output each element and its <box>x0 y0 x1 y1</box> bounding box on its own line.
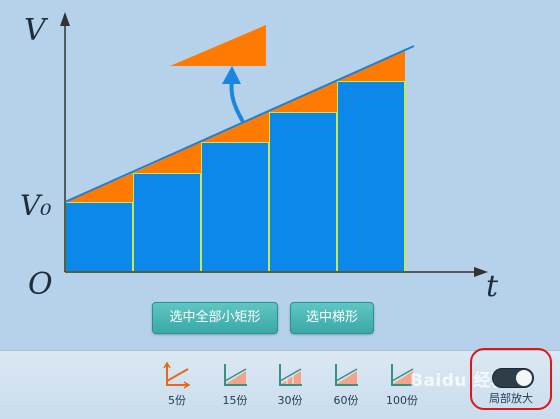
split-15-button[interactable]: 15份 <box>215 361 255 415</box>
split-60-label: 60份 <box>333 394 359 407</box>
split-5-button[interactable]: 5份 <box>157 361 197 415</box>
split-5-icon <box>163 361 191 389</box>
small-rectangle[interactable] <box>268 111 338 273</box>
velocity-time-diagram <box>60 12 488 277</box>
split-30-label: 30份 <box>277 394 303 407</box>
zoom-toggle-highlight: 局部放大 <box>470 348 552 410</box>
select-trapezoid-button[interactable]: 选中梯形 <box>290 302 374 334</box>
split-15-label: 15份 <box>222 394 248 407</box>
select-all-rectangles-button[interactable]: 选中全部小矩形 <box>152 302 278 334</box>
small-rectangle[interactable] <box>132 172 202 273</box>
small-rectangle[interactable] <box>64 201 134 273</box>
vertical-axis-arrow-icon <box>60 12 70 26</box>
split-30-button[interactable]: 30份 <box>270 361 310 415</box>
split-15-icon <box>224 364 247 386</box>
split-60-button[interactable]: 60份 <box>326 361 366 415</box>
split-60-icon <box>335 364 358 386</box>
curved-arrow-head-icon <box>222 66 241 84</box>
axis-label-v0: V₀ <box>20 189 52 222</box>
axis-label-origin: O <box>28 267 53 302</box>
axis-label-t: t <box>486 269 499 304</box>
axis-label-v: V <box>24 13 46 48</box>
small-rectangle[interactable] <box>336 80 406 273</box>
split-30-icon <box>279 364 302 386</box>
split-5-label: 5份 <box>168 394 186 407</box>
moved-triangle[interactable] <box>170 25 266 66</box>
small-rectangle[interactable] <box>200 141 270 273</box>
zoom-toggle-label: 局部放大 <box>489 392 533 405</box>
zoom-toggle-switch[interactable] <box>492 368 534 388</box>
curved-arrow-icon <box>229 78 244 122</box>
split-100-label: 100份 <box>386 394 418 407</box>
toggle-knob <box>516 370 532 386</box>
canvas-stage: V V₀ O t 选中全部小矩形 选中梯形 <box>0 0 560 350</box>
